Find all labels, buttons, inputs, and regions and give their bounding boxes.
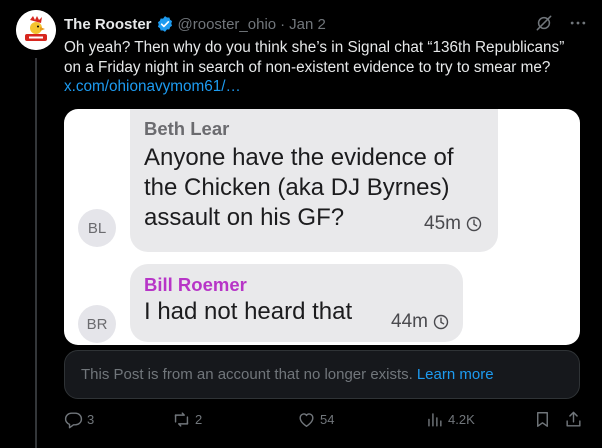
clock-icon	[433, 314, 449, 330]
reply-button[interactable]: 3	[64, 410, 94, 429]
rooster-logo-icon	[16, 10, 56, 50]
like-button[interactable]: 54	[297, 410, 334, 429]
share-button[interactable]	[564, 410, 583, 429]
separator-dot: ·	[280, 15, 286, 33]
author-avatar[interactable]	[16, 10, 56, 50]
more-options-icon[interactable]	[568, 13, 588, 33]
message-sender: Bill Roemer	[144, 274, 247, 295]
unavailable-quote-notice: This Post is from an account that no lon…	[64, 350, 580, 399]
message-time: 45m	[424, 213, 482, 235]
message-time: 44m	[391, 311, 449, 333]
bookmark-icon	[537, 412, 548, 427]
tweet-body: Oh yeah? Then why do you think she’s in …	[64, 38, 584, 97]
tweet-link[interactable]: x.com/ohionavymom61/…	[64, 77, 584, 97]
repost-count: 2	[195, 412, 203, 427]
sender-avatar: BR	[78, 305, 116, 343]
views-count: 4.2K	[448, 412, 475, 427]
author-name[interactable]: The Rooster	[64, 16, 152, 33]
reply-icon	[64, 412, 83, 429]
message-bubble: Bill Roemer I had not heard that 44m	[130, 264, 463, 342]
post-date[interactable]: Jan 2	[289, 16, 326, 33]
tweet-text: Oh yeah? Then why do you think she’s in …	[64, 39, 565, 76]
reply-count: 3	[87, 412, 95, 427]
views-icon	[428, 413, 442, 427]
notice-text: This Post is from an account that no lon…	[81, 366, 413, 383]
verified-badge-icon	[156, 15, 174, 33]
like-count: 54	[320, 412, 335, 427]
message-time-label: 44m	[391, 311, 428, 332]
author-handle[interactable]: @rooster_ohio	[178, 16, 277, 33]
repost-icon	[174, 412, 189, 427]
grok-icon[interactable]	[534, 13, 554, 33]
share-icon	[566, 411, 581, 427]
repost-button[interactable]: 2	[172, 410, 202, 429]
heart-icon	[299, 413, 314, 427]
action-bar: 3 2 54 4.2K	[64, 410, 584, 434]
message-sender: Beth Lear	[144, 118, 230, 139]
bookmark-button[interactable]	[533, 410, 552, 429]
learn-more-link[interactable]: Learn more	[417, 366, 494, 383]
attached-screenshot[interactable]: Beth Lear Anyone have the evidence of th…	[64, 109, 580, 345]
message-text: I had not heard that	[144, 298, 353, 325]
thread-line	[35, 58, 37, 448]
message-bubble: Beth Lear Anyone have the evidence of th…	[130, 109, 498, 252]
clock-icon	[466, 216, 482, 232]
sender-avatar: BL	[78, 209, 116, 247]
tweet-header: The Rooster @rooster_ohio · Jan 2	[64, 13, 602, 35]
message-time-label: 45m	[424, 213, 461, 234]
views-button[interactable]: 4.2K	[425, 410, 475, 429]
